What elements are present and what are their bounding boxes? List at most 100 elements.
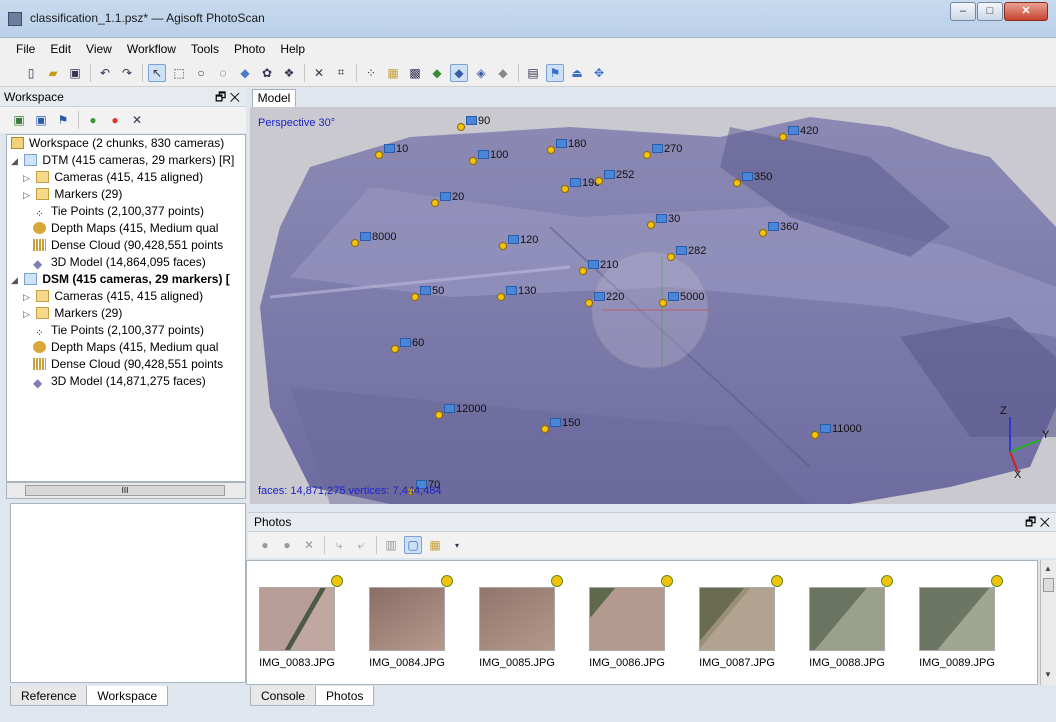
expand-arrow-icon[interactable]: ▷ xyxy=(23,306,33,323)
maximize-button[interactable]: □ xyxy=(977,2,1003,21)
marker-150[interactable]: 150 xyxy=(541,417,580,433)
tree-item-dense-cloud[interactable]: Dense Cloud (90,428,551 points xyxy=(7,356,245,373)
open-icon[interactable]: ▰ xyxy=(44,64,62,82)
model-viewport[interactable]: Perspective 30° 90 10 100 180 270 420 19… xyxy=(250,107,1056,504)
tab-model[interactable]: Model xyxy=(252,89,296,107)
photo-thumbnail[interactable] xyxy=(589,587,665,651)
marker-350[interactable]: 350 xyxy=(733,171,772,187)
marker-30[interactable]: 30 xyxy=(647,213,680,229)
photo-thumbnail[interactable] xyxy=(369,587,445,651)
marker-420[interactable]: 420 xyxy=(779,125,818,141)
redo-icon[interactable]: ↷ xyxy=(118,64,136,82)
shaded-icon[interactable]: ▩ xyxy=(406,64,424,82)
marker-5000[interactable]: 5000 xyxy=(659,291,704,307)
disable-icon[interactable]: ● xyxy=(106,111,124,129)
tree-item-dense-cloud[interactable]: Dense Cloud (90,428,551 points xyxy=(7,237,245,254)
tab-photos[interactable]: Photos xyxy=(315,686,375,706)
marker-270[interactable]: 270 xyxy=(643,143,682,159)
marker-8000[interactable]: 8000 xyxy=(351,231,396,247)
collapse-arrow-icon[interactable]: ◢ xyxy=(11,153,21,170)
marker-20[interactable]: 20 xyxy=(431,191,464,207)
photo-item[interactable]: IMG_0083.JPG xyxy=(247,561,357,683)
tree-item-3d-model[interactable]: ◆ 3D Model (14,864,095 faces) xyxy=(7,254,245,271)
expand-arrow-icon[interactable]: ▷ xyxy=(23,289,33,306)
expand-arrow-icon[interactable]: ▷ xyxy=(23,187,33,204)
marker-252[interactable]: 252 xyxy=(595,169,634,185)
view-mode-dropdown-icon[interactable]: ▾ xyxy=(448,536,466,554)
dem-icon[interactable]: ◆ xyxy=(494,64,512,82)
photo-item[interactable]: IMG_0085.JPG xyxy=(467,561,577,683)
minimize-button[interactable]: – xyxy=(950,2,976,21)
show-points-icon[interactable]: ✿ xyxy=(258,64,276,82)
menu-view[interactable]: View xyxy=(86,42,112,56)
tree-item-cameras[interactable]: ▷ Cameras (415, 415 aligned) xyxy=(7,288,245,305)
marker-282[interactable]: 282 xyxy=(667,245,706,261)
wireframe-icon[interactable]: ◈ xyxy=(472,64,490,82)
marker-180[interactable]: 180 xyxy=(547,138,586,154)
disable-icon[interactable]: ● xyxy=(278,536,296,554)
photo-item[interactable]: IMG_0089.JPG xyxy=(907,561,1017,683)
show-dense-icon[interactable]: ❖ xyxy=(280,64,298,82)
tree-item-cameras[interactable]: ▷ Cameras (415, 415 aligned) xyxy=(7,169,245,186)
tree-item-tie-points[interactable]: ⁘ Tie Points (2,100,377 points) xyxy=(7,203,245,220)
menu-workflow[interactable]: Workflow xyxy=(127,42,176,56)
photos-vertical-scrollbar[interactable]: ▲ ▼ xyxy=(1040,560,1056,685)
photo-item[interactable]: IMG_0086.JPG xyxy=(577,561,687,683)
marker-210[interactable]: 210 xyxy=(579,259,618,275)
tree-item-3d-model[interactable]: ◆ 3D Model (14,871,275 faces) xyxy=(7,373,245,390)
photo-item[interactable]: IMG_0084.JPG xyxy=(357,561,467,683)
marker-130[interactable]: 130 xyxy=(497,285,536,301)
marker-50[interactable]: 50 xyxy=(411,285,444,301)
tab-workspace[interactable]: Workspace xyxy=(86,686,169,706)
photo-thumbnail[interactable] xyxy=(919,587,995,651)
select-pointer-icon[interactable]: ↖ xyxy=(148,63,166,82)
photo-item[interactable]: IMG_0088.JPG xyxy=(797,561,907,683)
marker-60[interactable]: 60 xyxy=(391,337,424,353)
save-icon[interactable]: ▣ xyxy=(66,64,84,82)
view-mode-icon[interactable]: ▦ xyxy=(426,536,444,554)
rotate-right-icon[interactable]: ⤷ xyxy=(330,536,348,554)
rect-select-icon[interactable]: ⬚ xyxy=(170,64,188,82)
panel-float-close-buttons[interactable]: 🗗 ✕ xyxy=(215,87,240,107)
tree-chunk-dtm[interactable]: ◢ DTM (415 cameras, 29 markers) [R] xyxy=(7,152,245,169)
crop-icon[interactable]: ⌗ xyxy=(332,64,350,82)
photo-thumbnail[interactable] xyxy=(809,587,885,651)
workspace-horizontal-scrollbar[interactable]: III xyxy=(6,482,246,499)
marker-12000[interactable]: 12000 xyxy=(435,403,487,419)
new-icon[interactable]: ▯ xyxy=(22,64,40,82)
marker-100[interactable]: 100 xyxy=(469,149,508,165)
show-images-icon[interactable]: ▤ xyxy=(524,64,542,82)
remove-icon[interactable]: ✕ xyxy=(300,536,318,554)
photo-thumbnail[interactable] xyxy=(259,587,335,651)
marker-120[interactable]: 120 xyxy=(499,234,538,250)
marker-10[interactable]: 10 xyxy=(375,143,408,159)
tree-item-markers[interactable]: ▷ Markers (29) xyxy=(7,186,245,203)
panel-float-close-buttons[interactable]: 🗗 ✕ xyxy=(1025,513,1050,532)
collapse-arrow-icon[interactable]: ◢ xyxy=(11,272,21,289)
reset-filter-icon[interactable]: ▢ xyxy=(404,536,422,554)
menu-edit[interactable]: Edit xyxy=(50,42,71,56)
scrollbar-thumb[interactable] xyxy=(1043,578,1054,592)
tree-root[interactable]: Workspace (2 chunks, 830 cameras) xyxy=(7,135,245,152)
tree-chunk-dsm[interactable]: ◢ DSM (415 cameras, 29 markers) [ xyxy=(7,271,245,288)
delete-icon[interactable]: ✕ xyxy=(310,64,328,82)
navigation-icon[interactable]: ✥ xyxy=(590,64,608,82)
scrollbar-thumb[interactable]: III xyxy=(25,485,225,496)
marker-90[interactable]: 90 xyxy=(457,115,490,131)
close-button[interactable]: ✕ xyxy=(1004,2,1048,21)
photo-thumbnail[interactable] xyxy=(479,587,555,651)
add-markers-icon[interactable]: ⚑ xyxy=(54,111,72,129)
enable-icon[interactable]: ● xyxy=(84,111,102,129)
menu-help[interactable]: Help xyxy=(280,42,305,56)
remove-icon[interactable]: ✕ xyxy=(128,111,146,129)
expand-arrow-icon[interactable]: ▷ xyxy=(23,170,33,187)
scroll-down-icon[interactable]: ▼ xyxy=(1044,670,1052,679)
show-cameras-icon[interactable]: ◆ xyxy=(236,64,254,82)
undo-icon[interactable]: ↶ xyxy=(96,64,114,82)
menu-tools[interactable]: Tools xyxy=(191,42,219,56)
tab-reference[interactable]: Reference xyxy=(10,686,88,706)
enable-icon[interactable]: ● xyxy=(256,536,274,554)
free-select-icon[interactable]: ◌ xyxy=(214,64,232,82)
filter-icon[interactable]: ▥ xyxy=(382,536,400,554)
tab-console[interactable]: Console xyxy=(250,686,317,706)
